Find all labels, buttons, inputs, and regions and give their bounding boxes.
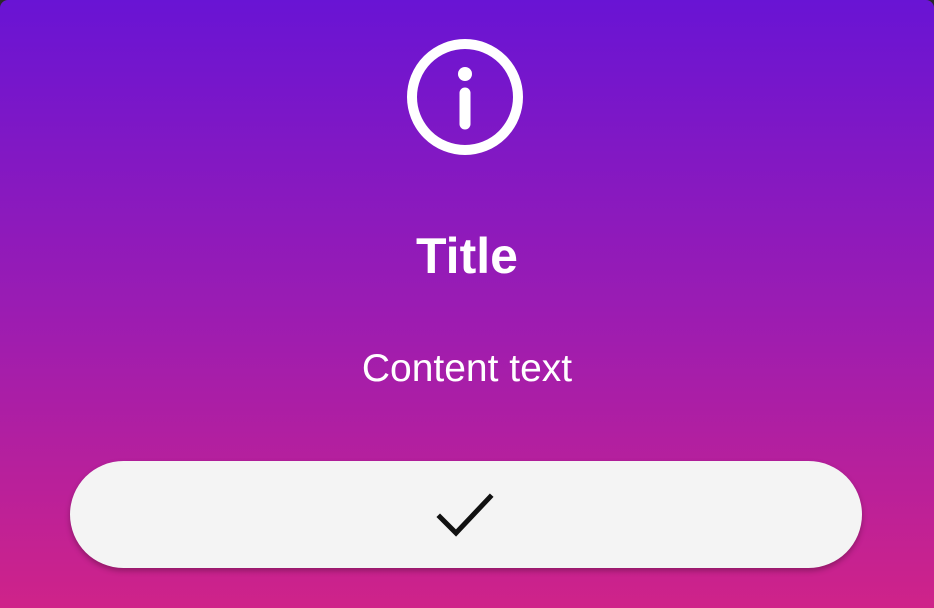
alert-dialog: Title Content text — [0, 0, 934, 608]
info-circle-icon — [406, 38, 524, 156]
dialog-title: Title — [416, 228, 518, 284]
checkmark-icon — [436, 485, 496, 545]
dialog-content-text: Content text — [361, 347, 573, 390]
confirm-button[interactable] — [70, 461, 862, 568]
